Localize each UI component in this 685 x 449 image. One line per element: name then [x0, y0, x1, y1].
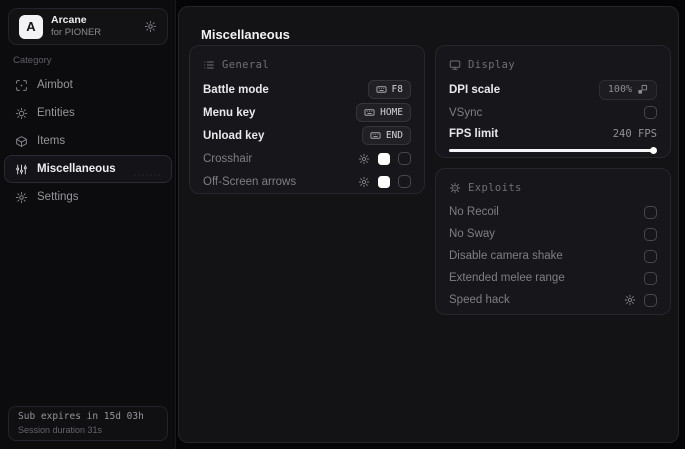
monitor-icon: [449, 59, 461, 71]
setting-row-menu-key: Menu key HOME: [203, 101, 411, 124]
slider-fill: [449, 148, 654, 152]
fps-limit-value: 240 FPS: [612, 128, 657, 140]
page-title: Miscellaneous: [201, 27, 290, 42]
dpi-scale-value: 100%: [607, 84, 632, 95]
exploits-card-header: Exploits: [449, 179, 657, 197]
sidebar-item-entities[interactable]: Entities: [4, 99, 172, 127]
offscreen-arrows-checkbox[interactable]: [398, 175, 411, 188]
disable-camera-shake-checkbox[interactable]: [644, 249, 657, 263]
keybind-menu-key[interactable]: HOME: [356, 103, 411, 122]
no-recoil-checkbox[interactable]: [644, 205, 657, 219]
setting-row-dpi-scale: DPI scale 100%: [449, 78, 657, 101]
card-title: General: [222, 59, 270, 71]
setting-label: Menu key: [203, 106, 256, 119]
app-logo: A: [19, 14, 43, 39]
fps-limit-slider[interactable]: [449, 146, 657, 154]
gear-icon[interactable]: [624, 294, 636, 306]
setting-row-no-sway: No Sway: [449, 223, 657, 245]
main-panel: Miscellaneous General Battle mode F8 Men…: [178, 6, 679, 443]
keybind-value: HOME: [380, 107, 403, 118]
extended-melee-range-checkbox[interactable]: [644, 271, 657, 285]
sidebar-item-label: Entities: [37, 107, 75, 119]
setting-label: No Sway: [449, 228, 496, 240]
dpi-scale-select[interactable]: 100%: [598, 79, 657, 100]
sidebar-item-label: Aimbot: [37, 79, 73, 91]
app-subtitle: for PIONER: [51, 27, 102, 39]
setting-label: DPI scale: [449, 83, 501, 96]
keybind-unload-key[interactable]: END: [361, 126, 411, 145]
setting-label: VSync: [449, 106, 483, 119]
watermark-dots: ·······: [134, 173, 162, 179]
sidebar-item-label: Miscellaneous: [37, 163, 116, 175]
aimbot-scan-icon: [15, 79, 28, 92]
gear-icon[interactable]: [358, 176, 370, 188]
setting-row-offscreen-arrows: Off-Screen arrows: [203, 170, 411, 193]
setting-label: Off-Screen arrows: [203, 175, 297, 188]
setting-row-vsync: VSync: [449, 101, 657, 124]
keyboard-icon: [370, 130, 381, 141]
general-card-header: General: [203, 56, 411, 74]
session-duration-text: Session duration 31s: [18, 425, 103, 436]
list-icon: [203, 59, 215, 71]
setting-row-speed-hack: Speed hack: [449, 289, 657, 311]
arcane-app-window: { "app": { "logo_letter": "A", "name": "…: [0, 0, 685, 449]
setting-row-unload-key: Unload key END: [203, 124, 411, 147]
crosshair-checkbox[interactable]: [398, 152, 411, 165]
sidebar-item-label: Settings: [37, 191, 79, 203]
setting-label: Speed hack: [449, 294, 510, 306]
display-card: Display DPI scale 100% VSync FPS limit 2…: [435, 45, 671, 158]
category-label: Category: [13, 55, 52, 66]
color-swatch[interactable]: [378, 152, 390, 165]
sidebar-item-label: Items: [37, 135, 66, 147]
card-title: Exploits: [468, 182, 522, 194]
sidebar-item-settings[interactable]: Settings: [4, 183, 172, 211]
gear-icon[interactable]: [358, 153, 370, 165]
keybind-battle-mode[interactable]: F8: [367, 80, 411, 99]
slider-knob[interactable]: [650, 146, 657, 154]
setting-label: Battle mode: [203, 83, 269, 96]
package-icon: [15, 135, 28, 148]
app-name: Arcane: [51, 14, 87, 26]
display-card-header: Display: [449, 56, 657, 74]
general-card: General Battle mode F8 Menu key HOME Unl…: [189, 45, 425, 194]
subscription-info-card: Sub expires in 15d 03h Session duration …: [8, 406, 168, 441]
setting-row-extended-melee-range: Extended melee range: [449, 267, 657, 289]
speed-hack-checkbox[interactable]: [644, 293, 657, 307]
scaling-icon: [637, 84, 648, 95]
sub-expiry-text: Sub expires in 15d 03h: [18, 411, 144, 423]
keybind-value: F8: [391, 84, 403, 95]
app-logo-card: A Arcane for PIONER: [8, 8, 168, 45]
setting-row-crosshair: Crosshair: [203, 147, 411, 170]
sliders-icon: [15, 163, 28, 176]
sidebar: A Arcane for PIONER Category Aimbot Enti…: [0, 0, 176, 449]
setting-row-fps-limit: FPS limit 240 FPS: [449, 124, 657, 144]
setting-label: Crosshair: [203, 152, 253, 165]
setting-row-battle-mode: Battle mode F8: [203, 78, 411, 101]
vsync-checkbox[interactable]: [644, 106, 657, 119]
keybind-value: END: [385, 130, 403, 141]
setting-label: FPS limit: [449, 128, 499, 140]
no-sway-checkbox[interactable]: [644, 227, 657, 241]
sidebar-item-aimbot[interactable]: Aimbot: [4, 71, 172, 99]
virus-icon: [449, 182, 461, 194]
color-swatch[interactable]: [378, 175, 390, 188]
keyboard-icon: [364, 107, 375, 118]
sidebar-item-miscellaneous[interactable]: Miscellaneous ·······: [4, 155, 172, 183]
setting-label: No Recoil: [449, 206, 499, 218]
card-title: Display: [468, 59, 516, 71]
setting-label: Disable camera shake: [449, 250, 563, 262]
setting-label: Extended melee range: [449, 272, 565, 284]
sidebar-nav: Aimbot Entities Items Miscellaneous ····…: [4, 71, 172, 211]
gear-icon[interactable]: [144, 20, 157, 33]
setting-label: Unload key: [203, 129, 265, 142]
sidebar-item-items[interactable]: Items: [4, 127, 172, 155]
setting-row-disable-camera-shake: Disable camera shake: [449, 245, 657, 267]
exploits-card: Exploits No Recoil No Sway Disable camer…: [435, 168, 671, 315]
entities-icon: [15, 107, 28, 120]
gear-icon: [15, 191, 28, 204]
app-titles: Arcane for PIONER: [51, 14, 101, 39]
keyboard-icon: [376, 84, 387, 95]
setting-row-no-recoil: No Recoil: [449, 201, 657, 223]
